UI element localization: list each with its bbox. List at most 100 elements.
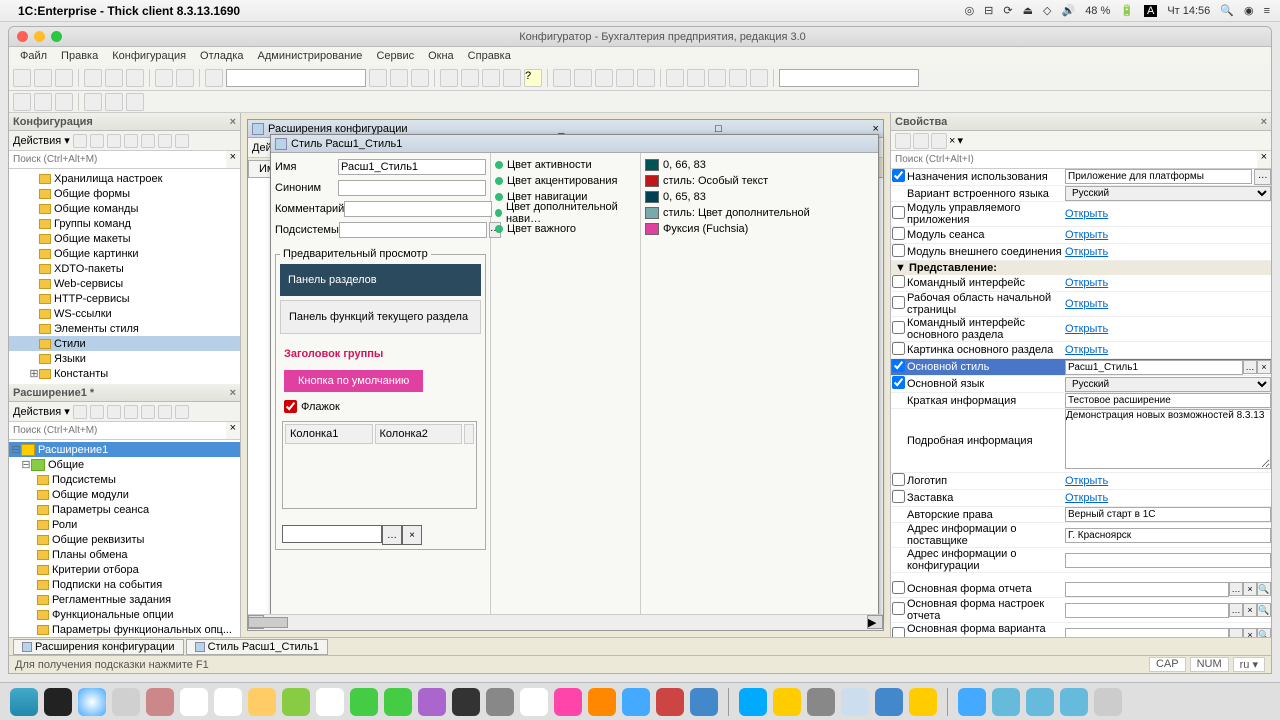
action-icon[interactable] xyxy=(107,134,121,148)
open-link[interactable]: Открыть xyxy=(1065,344,1108,356)
tool-icon[interactable] xyxy=(729,69,747,87)
tree-item[interactable]: Подсистемы xyxy=(9,472,240,487)
prop-row[interactable]: Модуль сеансаОткрыть xyxy=(891,227,1271,244)
prop-input[interactable] xyxy=(1065,169,1252,184)
tool-icon[interactable] xyxy=(503,69,521,87)
tree-item[interactable]: Роли xyxy=(9,517,240,532)
dots-button[interactable]: … xyxy=(1229,628,1243,638)
app-icon[interactable] xyxy=(520,688,548,716)
find-icon[interactable] xyxy=(205,69,223,87)
input-subsystems[interactable] xyxy=(339,222,487,238)
close-icon[interactable]: × xyxy=(230,387,236,399)
color-value[interactable]: стиль: Особый текст xyxy=(645,173,874,189)
prop-checkbox[interactable] xyxy=(892,169,905,182)
app-icon[interactable] xyxy=(690,688,718,716)
undo-icon[interactable] xyxy=(155,69,173,87)
tree-item[interactable]: Стили xyxy=(9,336,240,351)
tool-icon[interactable] xyxy=(750,69,768,87)
1c-icon[interactable] xyxy=(909,688,937,716)
lang-indicator[interactable]: ru ▾ xyxy=(1233,657,1265,672)
prop-checkbox[interactable] xyxy=(892,473,905,486)
menu-file[interactable]: Файл xyxy=(15,49,52,63)
prop-input[interactable] xyxy=(1065,528,1271,543)
prop-checkbox[interactable] xyxy=(892,627,905,637)
filter-icon[interactable] xyxy=(175,134,189,148)
prop-textarea[interactable]: Демонстрация новых возможностей 8.3.13 xyxy=(1065,409,1271,469)
action-icon[interactable] xyxy=(158,134,172,148)
tool-icon[interactable] xyxy=(369,69,387,87)
tool-icon[interactable] xyxy=(616,69,634,87)
menu-icon[interactable]: ≡ xyxy=(1264,5,1270,17)
maps-icon[interactable] xyxy=(282,688,310,716)
prop-checkbox[interactable] xyxy=(892,490,905,503)
prop-row[interactable]: Адрес информации о поставщике xyxy=(891,523,1271,548)
tree-group[interactable]: ⊟Общие xyxy=(9,457,240,472)
close-icon[interactable]: × xyxy=(1261,116,1267,128)
color-value[interactable]: 0, 65, 83 xyxy=(645,189,874,205)
tool-icon[interactable] xyxy=(553,69,571,87)
input-comment[interactable] xyxy=(344,201,492,217)
dots-button[interactable]: … xyxy=(1254,169,1271,185)
prop-row[interactable]: Основная форма отчета…×🔍 xyxy=(891,581,1271,598)
prop-row[interactable]: Вариант встроенного языкаРусский xyxy=(891,186,1271,202)
menu-debug[interactable]: Отладка xyxy=(195,49,248,63)
clear-icon[interactable]: × xyxy=(226,151,240,168)
siri-icon[interactable]: ◉ xyxy=(1244,4,1254,17)
siri-icon[interactable] xyxy=(44,688,72,716)
downloads-icon[interactable] xyxy=(958,688,986,716)
action-icon[interactable] xyxy=(73,405,87,419)
action-icon[interactable] xyxy=(124,405,138,419)
color-value[interactable]: 0, 66, 83 xyxy=(645,157,874,173)
lang-indicator[interactable]: А xyxy=(1144,5,1157,17)
action-icon[interactable] xyxy=(141,134,155,148)
tab-ext-config[interactable]: Расширения конфигурации xyxy=(13,639,184,655)
h-scrollbar[interactable]: ◀ ▶ xyxy=(248,614,883,630)
app-icon[interactable] xyxy=(452,688,480,716)
menu-windows[interactable]: Окна xyxy=(423,49,459,63)
tree-item[interactable]: Общие реквизиты xyxy=(9,532,240,547)
folder-icon[interactable] xyxy=(992,688,1020,716)
input-name[interactable] xyxy=(338,159,486,175)
tree-item[interactable]: Общие модули xyxy=(9,487,240,502)
open-link[interactable]: Открыть xyxy=(1065,277,1108,289)
prop-row[interactable]: Основной языкРусский xyxy=(891,376,1271,393)
save-icon[interactable] xyxy=(55,69,73,87)
help-icon[interactable]: ? xyxy=(524,69,542,87)
input-synonym[interactable] xyxy=(338,180,486,196)
tool-icon[interactable] xyxy=(126,93,144,111)
tool-icon[interactable] xyxy=(461,69,479,87)
action-icon[interactable] xyxy=(73,134,87,148)
tree-item[interactable]: Параметры сеанса xyxy=(9,502,240,517)
tree-item[interactable]: Общие картинки xyxy=(9,246,240,261)
reminders-icon[interactable] xyxy=(214,688,242,716)
close-icon[interactable]: × xyxy=(230,116,236,128)
calendar-icon[interactable] xyxy=(180,688,208,716)
prop-row-main-style[interactable]: Основной стиль…× xyxy=(891,359,1271,376)
prop-input[interactable] xyxy=(1065,628,1229,638)
tree-item[interactable]: Функциональные опции xyxy=(9,607,240,622)
tree-item[interactable]: HTTP-сервисы xyxy=(9,291,240,306)
tree-item[interactable]: Подписки на события xyxy=(9,577,240,592)
tree-item[interactable]: Элементы стиля xyxy=(9,321,240,336)
tool-icon[interactable] xyxy=(666,69,684,87)
open-link[interactable]: Открыть xyxy=(1065,298,1108,310)
prop-checkbox[interactable] xyxy=(892,244,905,257)
prop-section[interactable]: ▼ Представление: xyxy=(891,261,1271,275)
prop-row[interactable]: Подробная информацияДемонстрация новых в… xyxy=(891,409,1271,473)
prop-select[interactable]: Русский xyxy=(1065,377,1271,392)
prop-row[interactable]: ЗаставкаОткрыть xyxy=(891,490,1271,507)
action-icon[interactable] xyxy=(124,134,138,148)
open-icon[interactable] xyxy=(34,69,52,87)
tab-style[interactable]: Стиль Расш1_Стиль1 xyxy=(186,639,328,655)
categorize-icon[interactable] xyxy=(913,133,929,149)
dots-button[interactable]: … xyxy=(1243,360,1257,374)
ibooks-icon[interactable] xyxy=(588,688,616,716)
config-tree[interactable]: Хранилища настроекОбщие формыОбщие коман… xyxy=(9,169,240,384)
volume-icon[interactable]: 🔊 xyxy=(1061,4,1075,17)
tool-icon[interactable] xyxy=(84,93,102,111)
clear-button[interactable]: × xyxy=(1257,360,1271,374)
app-icon[interactable] xyxy=(875,688,903,716)
target-combo[interactable] xyxy=(779,69,919,87)
skype-icon[interactable] xyxy=(739,688,767,716)
app-icon[interactable] xyxy=(841,688,869,716)
